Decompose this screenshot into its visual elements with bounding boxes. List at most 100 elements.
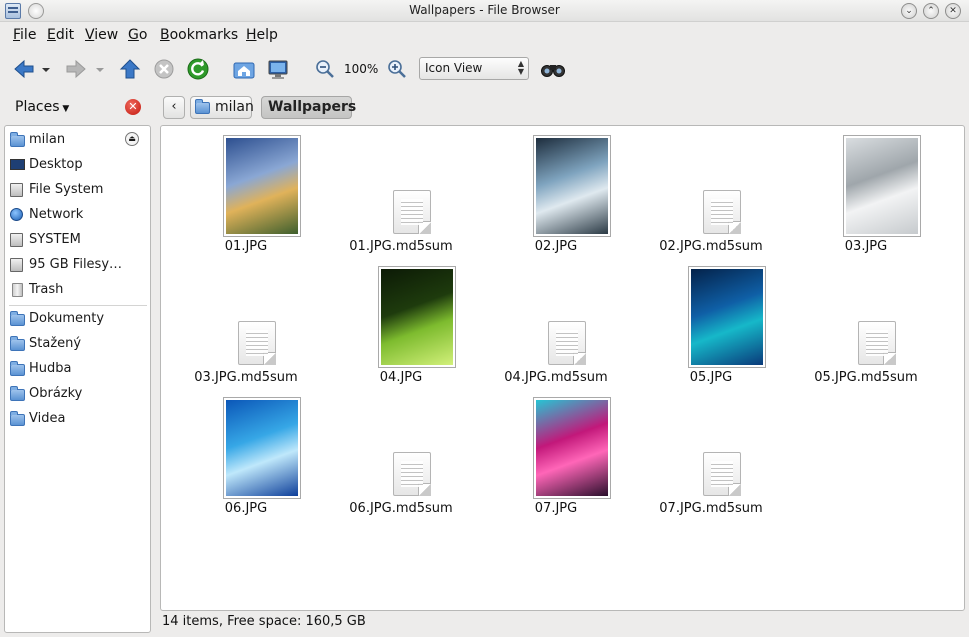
file-name: 06.JPG (224, 501, 268, 516)
file-name: 06.JPG.md5sum (349, 501, 453, 516)
stop-icon[interactable] (152, 57, 176, 81)
find-icon[interactable] (540, 57, 566, 81)
menu-label-rest: elp (256, 27, 278, 43)
places-item-label: File System (29, 182, 104, 197)
trash-icon (10, 283, 25, 297)
file-name: 07.JPG.md5sum (659, 501, 763, 516)
places-item-obr-zky[interactable]: Obrázky (8, 384, 148, 406)
places-item-label: Stažený (29, 336, 82, 351)
title-bar[interactable]: Wallpapers - File Browser ⌄ ⌃ ✕ (0, 0, 969, 22)
image-thumbnail (533, 135, 611, 237)
zoom-out-icon[interactable] (313, 57, 337, 81)
back-history-icon[interactable] (40, 57, 52, 81)
menu-go[interactable]: Go (128, 27, 147, 43)
home-icon[interactable] (232, 57, 256, 81)
places-item-sta-en[interactable]: Stažený (8, 334, 148, 356)
drive-icon (10, 233, 25, 247)
computer-icon[interactable] (266, 57, 290, 81)
places-menu[interactable]: Places ▼ (15, 99, 69, 115)
close-panel-icon[interactable]: ✕ (125, 99, 141, 115)
file-name: 02.JPG (534, 239, 578, 254)
places-item-label: Dokumenty (29, 311, 105, 326)
folder-icon (10, 311, 25, 326)
image-thumbnail (843, 135, 921, 237)
places-item-videa[interactable]: Videa (8, 409, 148, 431)
reload-icon[interactable] (186, 57, 210, 81)
file-item[interactable]: 07.JPG (491, 388, 621, 516)
places-item-hudba[interactable]: Hudba (8, 359, 148, 381)
thumbnail-image (691, 269, 763, 365)
file-item[interactable]: 01.JPG (181, 126, 311, 254)
home-folder-icon (195, 99, 210, 114)
menu-edit[interactable]: Edit (47, 27, 74, 43)
places-item-system[interactable]: SYSTEM (8, 230, 148, 252)
file-name: 05.JPG (689, 370, 733, 385)
menu-help[interactable]: Help (246, 27, 278, 43)
file-item[interactable]: 05.JPG (646, 257, 776, 385)
image-thumbnail (223, 397, 301, 499)
menu-view[interactable]: View (85, 27, 118, 43)
places-item-dokumenty[interactable]: Dokumenty (8, 309, 148, 331)
folder-icon (10, 361, 25, 376)
file-name: 05.JPG.md5sum (814, 370, 918, 385)
image-thumbnail (533, 397, 611, 499)
back-icon[interactable] (12, 57, 36, 81)
eject-icon[interactable]: ⏏ (125, 132, 139, 146)
forward-icon[interactable] (64, 57, 88, 81)
file-item[interactable]: 04.JPG (336, 257, 466, 385)
file-item[interactable]: 07.JPG.md5sum (646, 388, 776, 516)
file-name: 04.JPG (379, 370, 423, 385)
file-name: 03.JPG.md5sum (194, 370, 298, 385)
select-arrows-icon: ▲ ▼ (517, 59, 524, 76)
breadcrumb-current[interactable]: Wallpapers (261, 96, 356, 119)
zoom-in-icon[interactable] (385, 57, 409, 81)
forward-history-icon[interactable] (94, 57, 106, 81)
close-button[interactable]: ✕ (945, 3, 961, 19)
places-item-file-system[interactable]: File System (8, 180, 148, 202)
places-item-trash[interactable]: Trash (8, 280, 148, 302)
menu-label-rest: ookmarks (169, 27, 239, 43)
file-item[interactable]: 05.JPG.md5sum (801, 257, 931, 385)
file-item[interactable]: 04.JPG.md5sum (491, 257, 621, 385)
menu-mnemonic: G (128, 27, 139, 43)
file-name: 04.JPG.md5sum (504, 370, 608, 385)
file-name: 07.JPG (534, 501, 578, 516)
places-item-network[interactable]: Network (8, 205, 148, 227)
desktop-icon (10, 158, 25, 172)
breadcrumb-home[interactable]: milan (190, 96, 254, 119)
file-item[interactable]: 06.JPG (181, 388, 311, 516)
up-icon[interactable] (118, 57, 142, 81)
file-item[interactable]: 01.JPG.md5sum (336, 126, 466, 254)
menu-bookmarks[interactable]: Bookmarks (160, 27, 238, 43)
text-file-icon (858, 321, 896, 365)
maximize-button[interactable]: ⌃ (923, 3, 939, 19)
minimize-button[interactable]: ⌄ (901, 3, 917, 19)
menu-mnemonic: B (160, 27, 170, 43)
file-item[interactable]: 03.JPG.md5sum (181, 257, 311, 385)
file-view[interactable]: 01.JPG 01.JPG.md5sum 02.JPG 02.JPG.md5sum 03… (160, 125, 965, 611)
thumbnail-image (381, 269, 453, 365)
image-thumbnail (688, 266, 766, 368)
file-item[interactable]: 02.JPG.md5sum (646, 126, 776, 254)
menu-mnemonic: V (85, 27, 95, 43)
file-item[interactable]: 06.JPG.md5sum (336, 388, 466, 516)
file-item[interactable]: 02.JPG (491, 126, 621, 254)
text-file-icon (703, 190, 741, 234)
places-item-label: Videa (29, 411, 66, 426)
file-browser-window: Wallpapers - File Browser ⌄ ⌃ ✕ File Edit… (0, 0, 969, 637)
text-file-icon (238, 321, 276, 365)
status-bar: 14 items, Free space: 160,5 GB (162, 614, 366, 629)
breadcrumb-back-button[interactable]: ‹ (163, 96, 185, 119)
folder-icon (10, 336, 25, 351)
places-item-desktop[interactable]: Desktop (8, 155, 148, 177)
menu-file[interactable]: File (13, 27, 36, 43)
places-item-label: milan (29, 132, 66, 147)
text-file-icon (393, 452, 431, 496)
places-item-label: SYSTEM (29, 232, 81, 247)
file-item[interactable]: 03.JPG (801, 126, 931, 254)
thumbnail-image (536, 400, 608, 496)
thumbnail-image (846, 138, 918, 234)
view-mode-select[interactable]: Icon View ▲ ▼ (419, 57, 529, 80)
menu-mnemonic: E (47, 27, 56, 43)
places-item-95-gb-filesy[interactable]: 95 GB Filesy… (8, 255, 148, 277)
